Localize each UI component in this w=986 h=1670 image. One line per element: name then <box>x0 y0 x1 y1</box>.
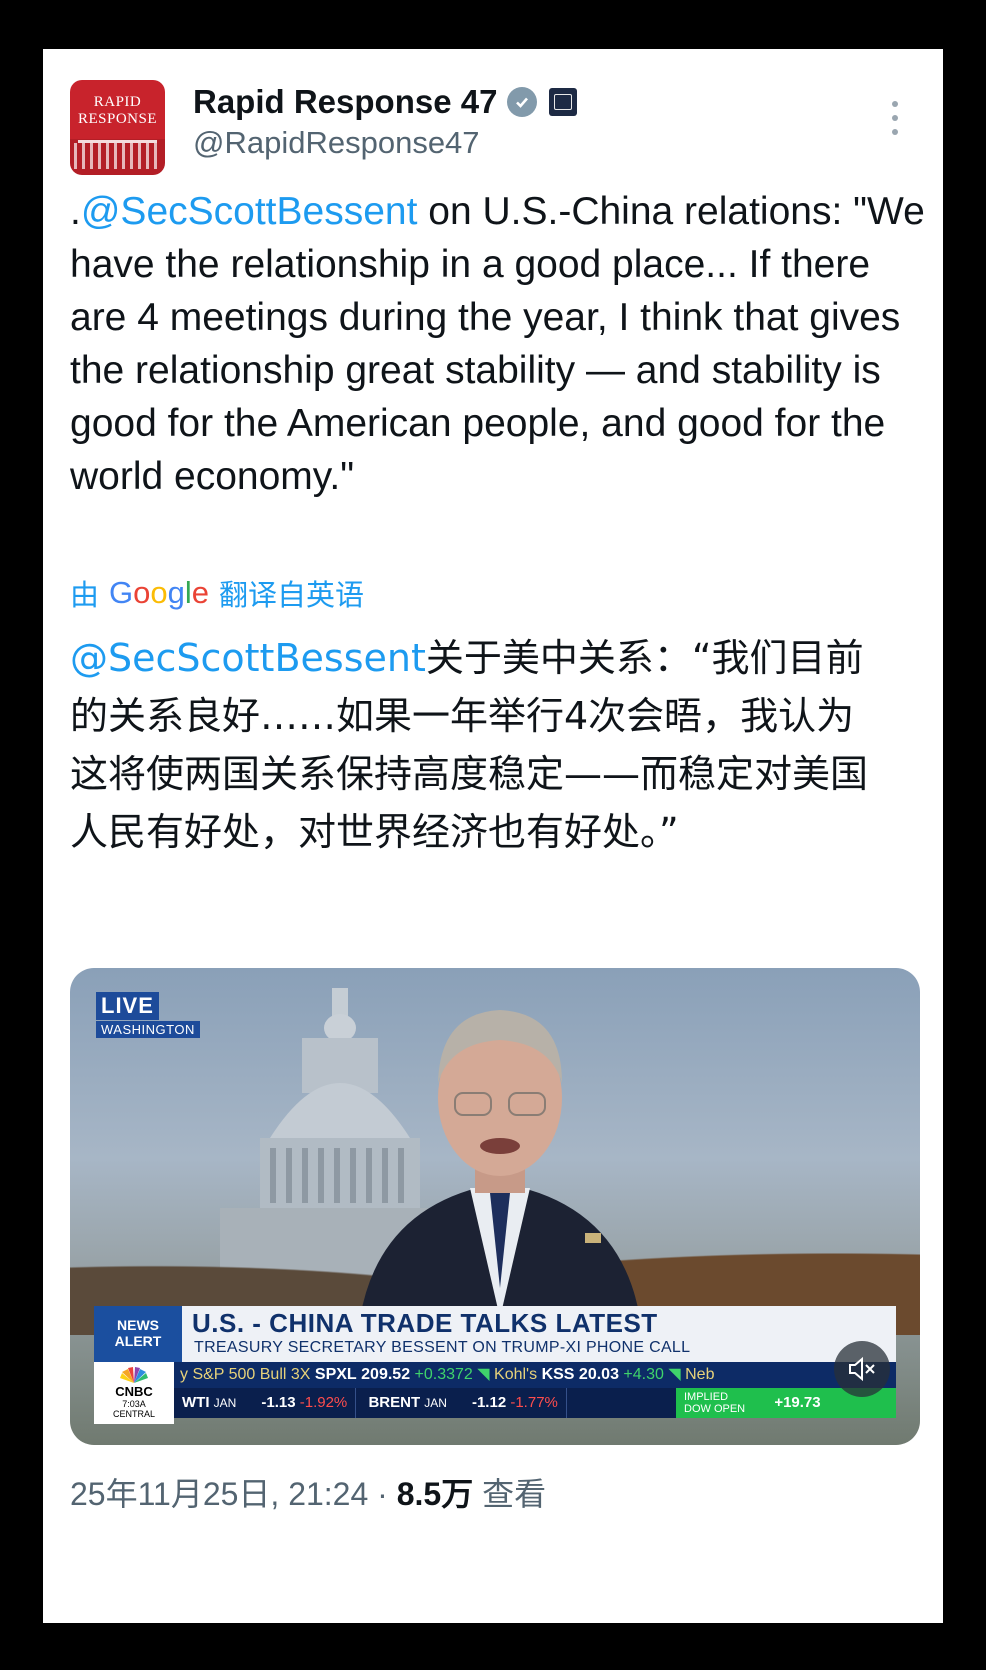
ticker-lead: y S&P 500 Bull 3X <box>180 1366 311 1383</box>
news-alert-line1: NEWS <box>117 1317 159 1333</box>
video-player[interactable]: LIVE WASHINGTON NEWS ALERT U.S. - CHINA … <box>70 968 920 1445</box>
live-label: LIVE <box>96 992 159 1020</box>
ticker-chg2: +4.30 <box>623 1366 664 1383</box>
implied-value: +19.73 <box>774 1394 821 1411</box>
brent-percent: -1.77% <box>510 1394 558 1411</box>
wti-change: -1.13 <box>261 1394 296 1411</box>
network-timezone: CENTRAL <box>112 1409 155 1419</box>
translation-by: 由 <box>70 580 100 612</box>
translated-text: @SecScottBessent关于美中关系：“我们目前的关系良好……如果一年举… <box>70 629 890 861</box>
ticker-sym2: KSS <box>541 1366 575 1383</box>
news-alert-badge: NEWS ALERT <box>94 1306 182 1362</box>
tweet-card: RAPID RESPONSE Rapid Response 47 @RapidR… <box>43 49 943 1623</box>
network-time: 7:03A <box>122 1399 146 1409</box>
wti-segment: WTI JAN -1.13 -1.92% <box>174 1388 357 1418</box>
live-badge: LIVE WASHINGTON <box>96 992 200 1038</box>
up-arrow-icon: ◥ <box>472 1366 495 1383</box>
mention-link[interactable]: @SecScottBessent <box>81 190 418 233</box>
wti-percent: -1.92% <box>299 1394 348 1411</box>
translation-attribution[interactable]: 由 Google 翻译自英语 <box>70 572 364 614</box>
author-handle[interactable]: @RapidResponse47 <box>193 125 480 161</box>
cnbc-logo-box: CNBC 7:03A CENTRAL <box>94 1362 174 1424</box>
tweet-prefix: . <box>70 190 81 233</box>
news-subhead: TREASURY SECRETARY BESSENT ON TRUMP-XI P… <box>194 1339 691 1356</box>
view-count: 8.5万 <box>396 1476 474 1512</box>
brent-label: BRENT <box>368 1394 421 1411</box>
avatar-building-columns <box>74 143 161 169</box>
tweet-meta: 25年11月25日, 21:24 · 8.5万 查看 <box>70 1469 546 1515</box>
implied-line1: IMPLIED <box>684 1391 729 1404</box>
white-house-badge-icon[interactable] <box>549 88 578 116</box>
ticker-tail: Neb <box>685 1366 715 1383</box>
location-label: WASHINGTON <box>96 1021 200 1038</box>
headline-box: U.S. - CHINA TRADE TALKS LATEST TREASURY… <box>182 1306 896 1362</box>
author-name-row: Rapid Response 47 <box>193 83 578 121</box>
tweet-text: .@SecScottBessent on U.S.-China relation… <box>70 185 930 503</box>
tweet-body: on U.S.-China relations: "We have the re… <box>70 190 925 498</box>
commodity-ticker-bottom: WTI JAN -1.13 -1.92% BRENT JAN -1.12 -1.… <box>174 1388 896 1418</box>
brent-month: JAN <box>424 1396 447 1410</box>
wti-label: WTI <box>182 1394 210 1411</box>
translated-mention-link[interactable]: @SecScottBessent <box>70 636 426 680</box>
tweet-datetime[interactable]: 25年11月25日, 21:24 <box>70 1476 368 1512</box>
ticker-val2: 20.03 <box>578 1366 619 1383</box>
news-lower-third: NEWS ALERT U.S. - CHINA TRADE TALKS LATE… <box>94 1306 896 1424</box>
up-arrow-icon: ◥ <box>663 1366 686 1383</box>
more-options-icon[interactable] <box>891 101 899 135</box>
wti-month: JAN <box>213 1396 237 1410</box>
brent-segment: BRENT JAN -1.12 -1.77% <box>360 1388 567 1418</box>
author-display-name[interactable]: Rapid Response 47 <box>193 83 497 121</box>
views-label: 查看 <box>473 1476 547 1512</box>
speaker-muted-icon <box>849 1356 875 1382</box>
meta-separator: · <box>368 1476 397 1512</box>
news-alert-line2: ALERT <box>114 1333 162 1349</box>
mute-button[interactable] <box>834 1341 890 1397</box>
ticker-chg1: +0.3372 <box>414 1366 473 1383</box>
brent-change: -1.12 <box>471 1394 507 1411</box>
avatar-logo-text: RAPID RESPONSE <box>77 94 158 127</box>
google-logo-icon: Google <box>109 575 210 610</box>
verified-badge-icon[interactable] <box>507 87 538 117</box>
news-headline: U.S. - CHINA TRADE TALKS LATEST <box>192 1308 658 1338</box>
network-name: CNBC <box>115 1384 153 1399</box>
implied-line2: DOW OPEN <box>684 1403 746 1416</box>
stock-ticker-top: y S&P 500 Bull 3X SPXL 209.52 +0.3372 ◥ … <box>174 1362 896 1388</box>
speaker-image <box>360 1010 640 1318</box>
avatar[interactable]: RAPID RESPONSE <box>70 80 165 175</box>
translation-source-label: 翻译自英语 <box>219 580 365 612</box>
ticker-sym1: SPXL <box>314 1366 357 1383</box>
ticker-name2: Kohl's <box>494 1366 538 1383</box>
implied-label: IMPLIED DOW OPEN <box>684 1391 745 1415</box>
cnbc-peacock-icon <box>120 1367 148 1383</box>
ticker-val1: 209.52 <box>361 1366 411 1383</box>
